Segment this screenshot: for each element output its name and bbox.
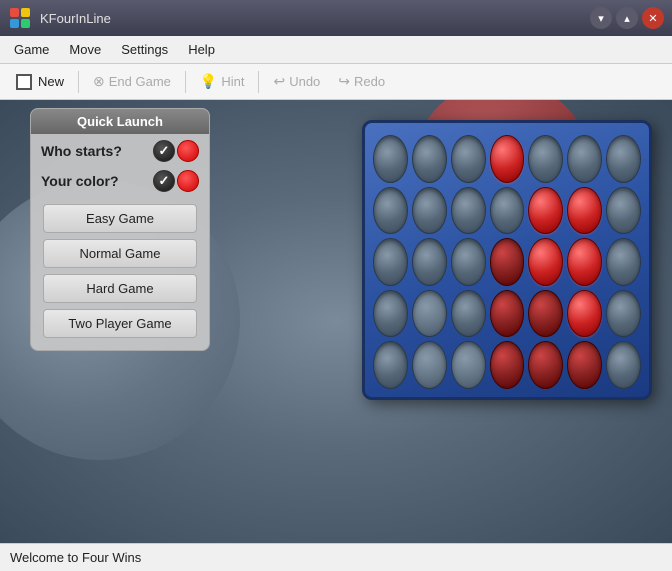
title-bar-left: KFourInLine	[8, 6, 111, 30]
board-cell[interactable]	[412, 238, 447, 286]
toolbar-separator-1	[78, 71, 79, 93]
end-game-label: End Game	[109, 74, 171, 89]
board-cell[interactable]	[451, 187, 486, 235]
close-button[interactable]: ✕	[642, 7, 664, 29]
hint-label: Hint	[221, 74, 244, 89]
close-icon: ✕	[648, 12, 657, 25]
new-button[interactable]: New	[8, 70, 72, 94]
easy-game-button[interactable]: Easy Game	[43, 204, 197, 233]
title-bar: KFourInLine ▾ ▴ ✕	[0, 0, 672, 36]
board-cell[interactable]	[528, 187, 563, 235]
board-cell[interactable]	[412, 187, 447, 235]
who-starts-red-icon	[177, 140, 199, 162]
board-cell[interactable]	[606, 187, 641, 235]
quick-launch-panel: Quick Launch Who starts? ✓ Your color? ✓…	[30, 108, 210, 351]
minimize-icon: ▾	[598, 12, 604, 25]
toolbar-separator-3	[258, 71, 259, 93]
board-cell[interactable]	[490, 238, 525, 286]
redo-button[interactable]: ↪ Redo	[330, 69, 393, 94]
main-area: Quick Launch Who starts? ✓ Your color? ✓…	[0, 100, 672, 543]
board-cell[interactable]	[373, 135, 408, 183]
board-cell[interactable]	[412, 290, 447, 338]
board-cell[interactable]	[606, 341, 641, 389]
minimize-button[interactable]: ▾	[590, 7, 612, 29]
menu-settings[interactable]: Settings	[111, 38, 178, 61]
board-cell[interactable]	[412, 341, 447, 389]
board-cell[interactable]	[373, 341, 408, 389]
board-cell[interactable]	[490, 341, 525, 389]
menu-game[interactable]: Game	[4, 38, 59, 61]
board-cell[interactable]	[567, 238, 602, 286]
board-cell[interactable]	[451, 290, 486, 338]
board-cell[interactable]	[606, 290, 641, 338]
new-label: New	[38, 74, 64, 89]
your-color-label: Your color?	[41, 173, 119, 189]
board-cell[interactable]	[606, 135, 641, 183]
maximize-button[interactable]: ▴	[616, 7, 638, 29]
your-color-icons: ✓	[153, 170, 199, 192]
end-game-icon: ⊗	[93, 73, 105, 90]
redo-icon: ↪	[338, 73, 350, 90]
board-cell[interactable]	[451, 341, 486, 389]
board-cell[interactable]	[567, 187, 602, 235]
menu-help[interactable]: Help	[178, 38, 225, 61]
your-color-red-icon	[177, 170, 199, 192]
game-board[interactable]	[362, 120, 652, 400]
menu-bar: Game Move Settings Help	[0, 36, 672, 64]
board-cell[interactable]	[373, 238, 408, 286]
end-game-button[interactable]: ⊗ End Game	[85, 69, 179, 94]
board-cell[interactable]	[451, 238, 486, 286]
redo-label: Redo	[354, 74, 385, 89]
board-cell[interactable]	[567, 135, 602, 183]
maximize-icon: ▴	[624, 12, 630, 25]
toolbar: New ⊗ End Game 💡 Hint ↩ Undo ↪ Redo	[0, 64, 672, 100]
hard-game-button[interactable]: Hard Game	[43, 274, 197, 303]
board-cell[interactable]	[490, 187, 525, 235]
board-cell[interactable]	[528, 341, 563, 389]
undo-label: Undo	[289, 74, 320, 89]
new-checkbox-icon	[16, 74, 32, 90]
board-container	[362, 120, 652, 523]
board-cell[interactable]	[412, 135, 447, 183]
board-cell[interactable]	[567, 290, 602, 338]
board-cell[interactable]	[373, 290, 408, 338]
hint-button[interactable]: 💡 Hint	[192, 69, 253, 94]
your-color-check-icon: ✓	[153, 170, 175, 192]
title-bar-controls[interactable]: ▾ ▴ ✕	[590, 7, 664, 29]
who-starts-row: Who starts? ✓	[31, 134, 209, 164]
toolbar-separator-2	[185, 71, 186, 93]
undo-button[interactable]: ↩ Undo	[265, 69, 328, 94]
board-cell[interactable]	[490, 290, 525, 338]
board-cell[interactable]	[528, 290, 563, 338]
board-cell[interactable]	[528, 238, 563, 286]
who-starts-check-icon: ✓	[153, 140, 175, 162]
your-color-row: Your color? ✓	[31, 164, 209, 194]
menu-move[interactable]: Move	[59, 38, 111, 61]
two-player-game-button[interactable]: Two Player Game	[43, 309, 197, 338]
who-starts-label: Who starts?	[41, 143, 122, 159]
normal-game-button[interactable]: Normal Game	[43, 239, 197, 268]
board-cell[interactable]	[490, 135, 525, 183]
app-icon	[8, 6, 32, 30]
board-cell[interactable]	[451, 135, 486, 183]
undo-icon: ↩	[273, 73, 285, 90]
quick-launch-header: Quick Launch	[31, 109, 209, 134]
board-cell[interactable]	[606, 238, 641, 286]
board-cell[interactable]	[528, 135, 563, 183]
who-starts-icons: ✓	[153, 140, 199, 162]
status-bar: Welcome to Four Wins	[0, 543, 672, 571]
status-text: Welcome to Four Wins	[10, 550, 141, 565]
quick-launch-buttons: Easy Game Normal Game Hard Game Two Play…	[31, 204, 209, 338]
window-title: KFourInLine	[40, 11, 111, 26]
hint-icon: 💡	[200, 73, 217, 90]
board-cell[interactable]	[373, 187, 408, 235]
board-cell[interactable]	[567, 341, 602, 389]
